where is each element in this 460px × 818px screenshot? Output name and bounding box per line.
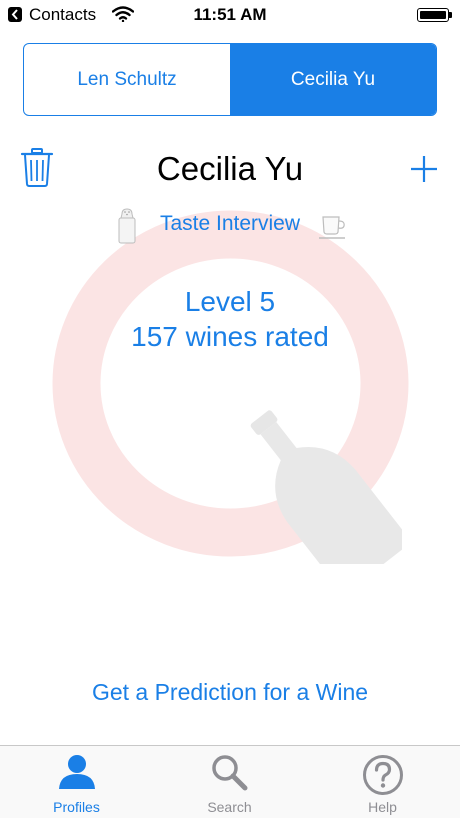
- help-icon: [362, 755, 403, 795]
- add-profile-icon[interactable]: [409, 154, 439, 184]
- tab-profiles[interactable]: Profiles: [0, 746, 153, 818]
- status-time: 11:51 AM: [193, 5, 267, 24]
- taste-interview-link[interactable]: Taste Interview: [0, 212, 460, 236]
- tab-search-label: Search: [207, 799, 252, 815]
- tab-help-label: Help: [368, 799, 397, 815]
- profile-segmented-control: Len Schultz Cecilia Yu: [23, 43, 437, 116]
- search-icon: [211, 755, 247, 791]
- tab-search[interactable]: Search: [153, 746, 306, 818]
- level-label: Level 5: [184, 286, 276, 317]
- segment-len-schultz[interactable]: Len Schultz: [24, 44, 230, 115]
- profile-name: Cecilia Yu: [156, 150, 304, 187]
- get-prediction-link[interactable]: Get a Prediction for a Wine: [0, 679, 460, 706]
- tab-help[interactable]: Help: [306, 746, 459, 818]
- wine-bottle-icon: [250, 410, 402, 564]
- battery-icon: [417, 8, 449, 22]
- person-icon: [58, 755, 95, 789]
- tab-profiles-label: Profiles: [53, 799, 100, 815]
- wines-rated-label: 157 wines rated: [131, 321, 329, 352]
- tab-bar: Profiles Search Help: [0, 745, 460, 818]
- battery-tip: [449, 12, 452, 18]
- segment-cecilia-yu[interactable]: Cecilia Yu: [230, 44, 436, 115]
- coffee-cup-icon: [319, 216, 345, 239]
- status-bar: Contacts 11:51 AM: [0, 0, 460, 30]
